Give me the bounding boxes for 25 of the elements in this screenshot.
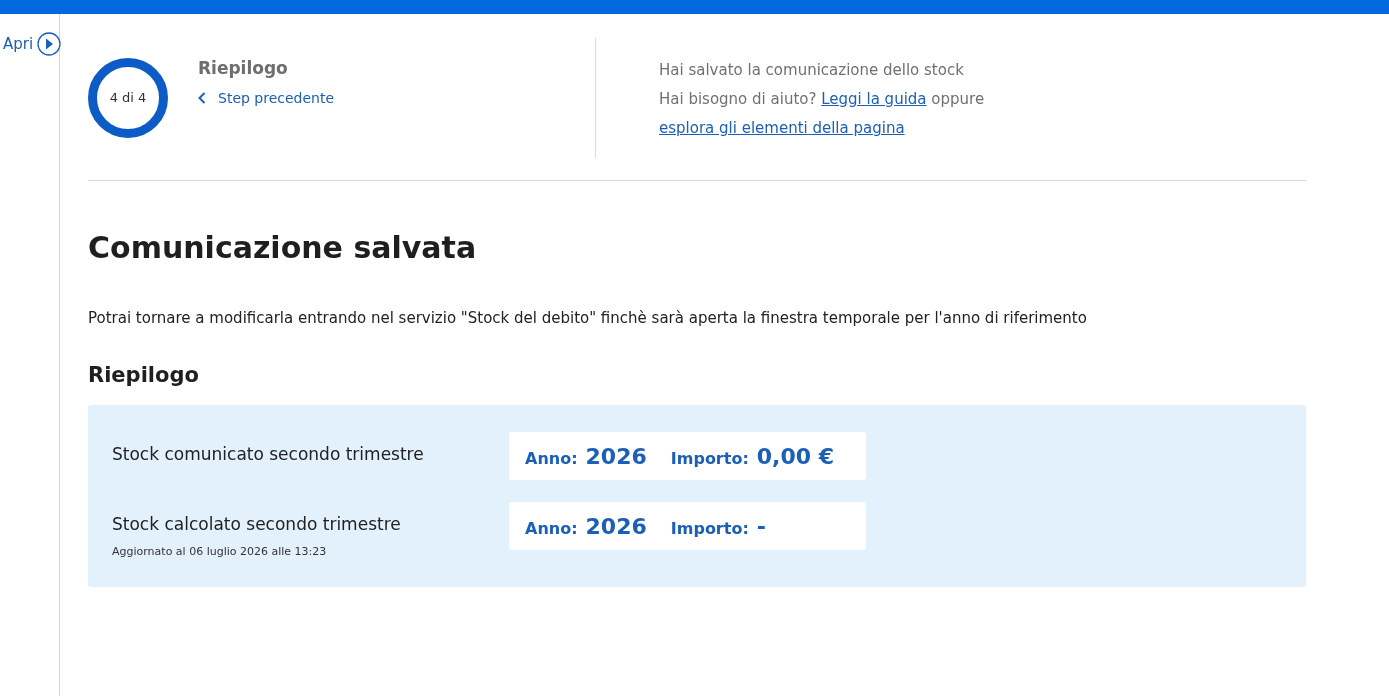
year-value: 2026 (585, 442, 647, 471)
description-text: Potrai tornare a modificarla entrando nel servizio "Stock del debito" finchè sarà aperta la finestra temporale per l'anno di riferimento (88, 308, 1088, 329)
chevron-left-icon (198, 92, 206, 104)
saved-message: Hai salvato la comunicazione dello stock (659, 60, 965, 81)
year-value: 2026 (585, 512, 647, 541)
amount-value: 0,00 € (756, 442, 835, 471)
year-label: Anno: (525, 447, 578, 470)
section-heading: Riepilogo (88, 361, 200, 389)
open-sidebar-button[interactable]: Apri (3, 32, 62, 56)
previous-step-link[interactable]: Step precedente (198, 87, 335, 109)
step-counter: 4 di 4 (109, 89, 147, 108)
play-icon (37, 32, 62, 56)
help-connector: oppure (931, 90, 985, 108)
page-heading: Comunicazione salvata (88, 229, 478, 267)
amount-value: - (756, 512, 766, 541)
amount-label: Importo: (670, 447, 749, 470)
row-label: Stock comunicato secondo trimestre (112, 443, 425, 466)
step-title: Riepilogo (198, 57, 289, 80)
help-question: Hai bisogno di aiuto? (659, 90, 817, 108)
amount-label: Importo: (670, 517, 749, 540)
explore-link[interactable]: esplora gli elementi della pagina (659, 119, 905, 137)
year-label: Anno: (525, 517, 578, 540)
guide-link[interactable]: Leggi la guida (821, 90, 927, 108)
update-note: Aggiornato al 06 luglio 2026 alle 13:23 (112, 543, 328, 560)
row-label: Stock calcolato secondo trimestre (112, 513, 402, 536)
